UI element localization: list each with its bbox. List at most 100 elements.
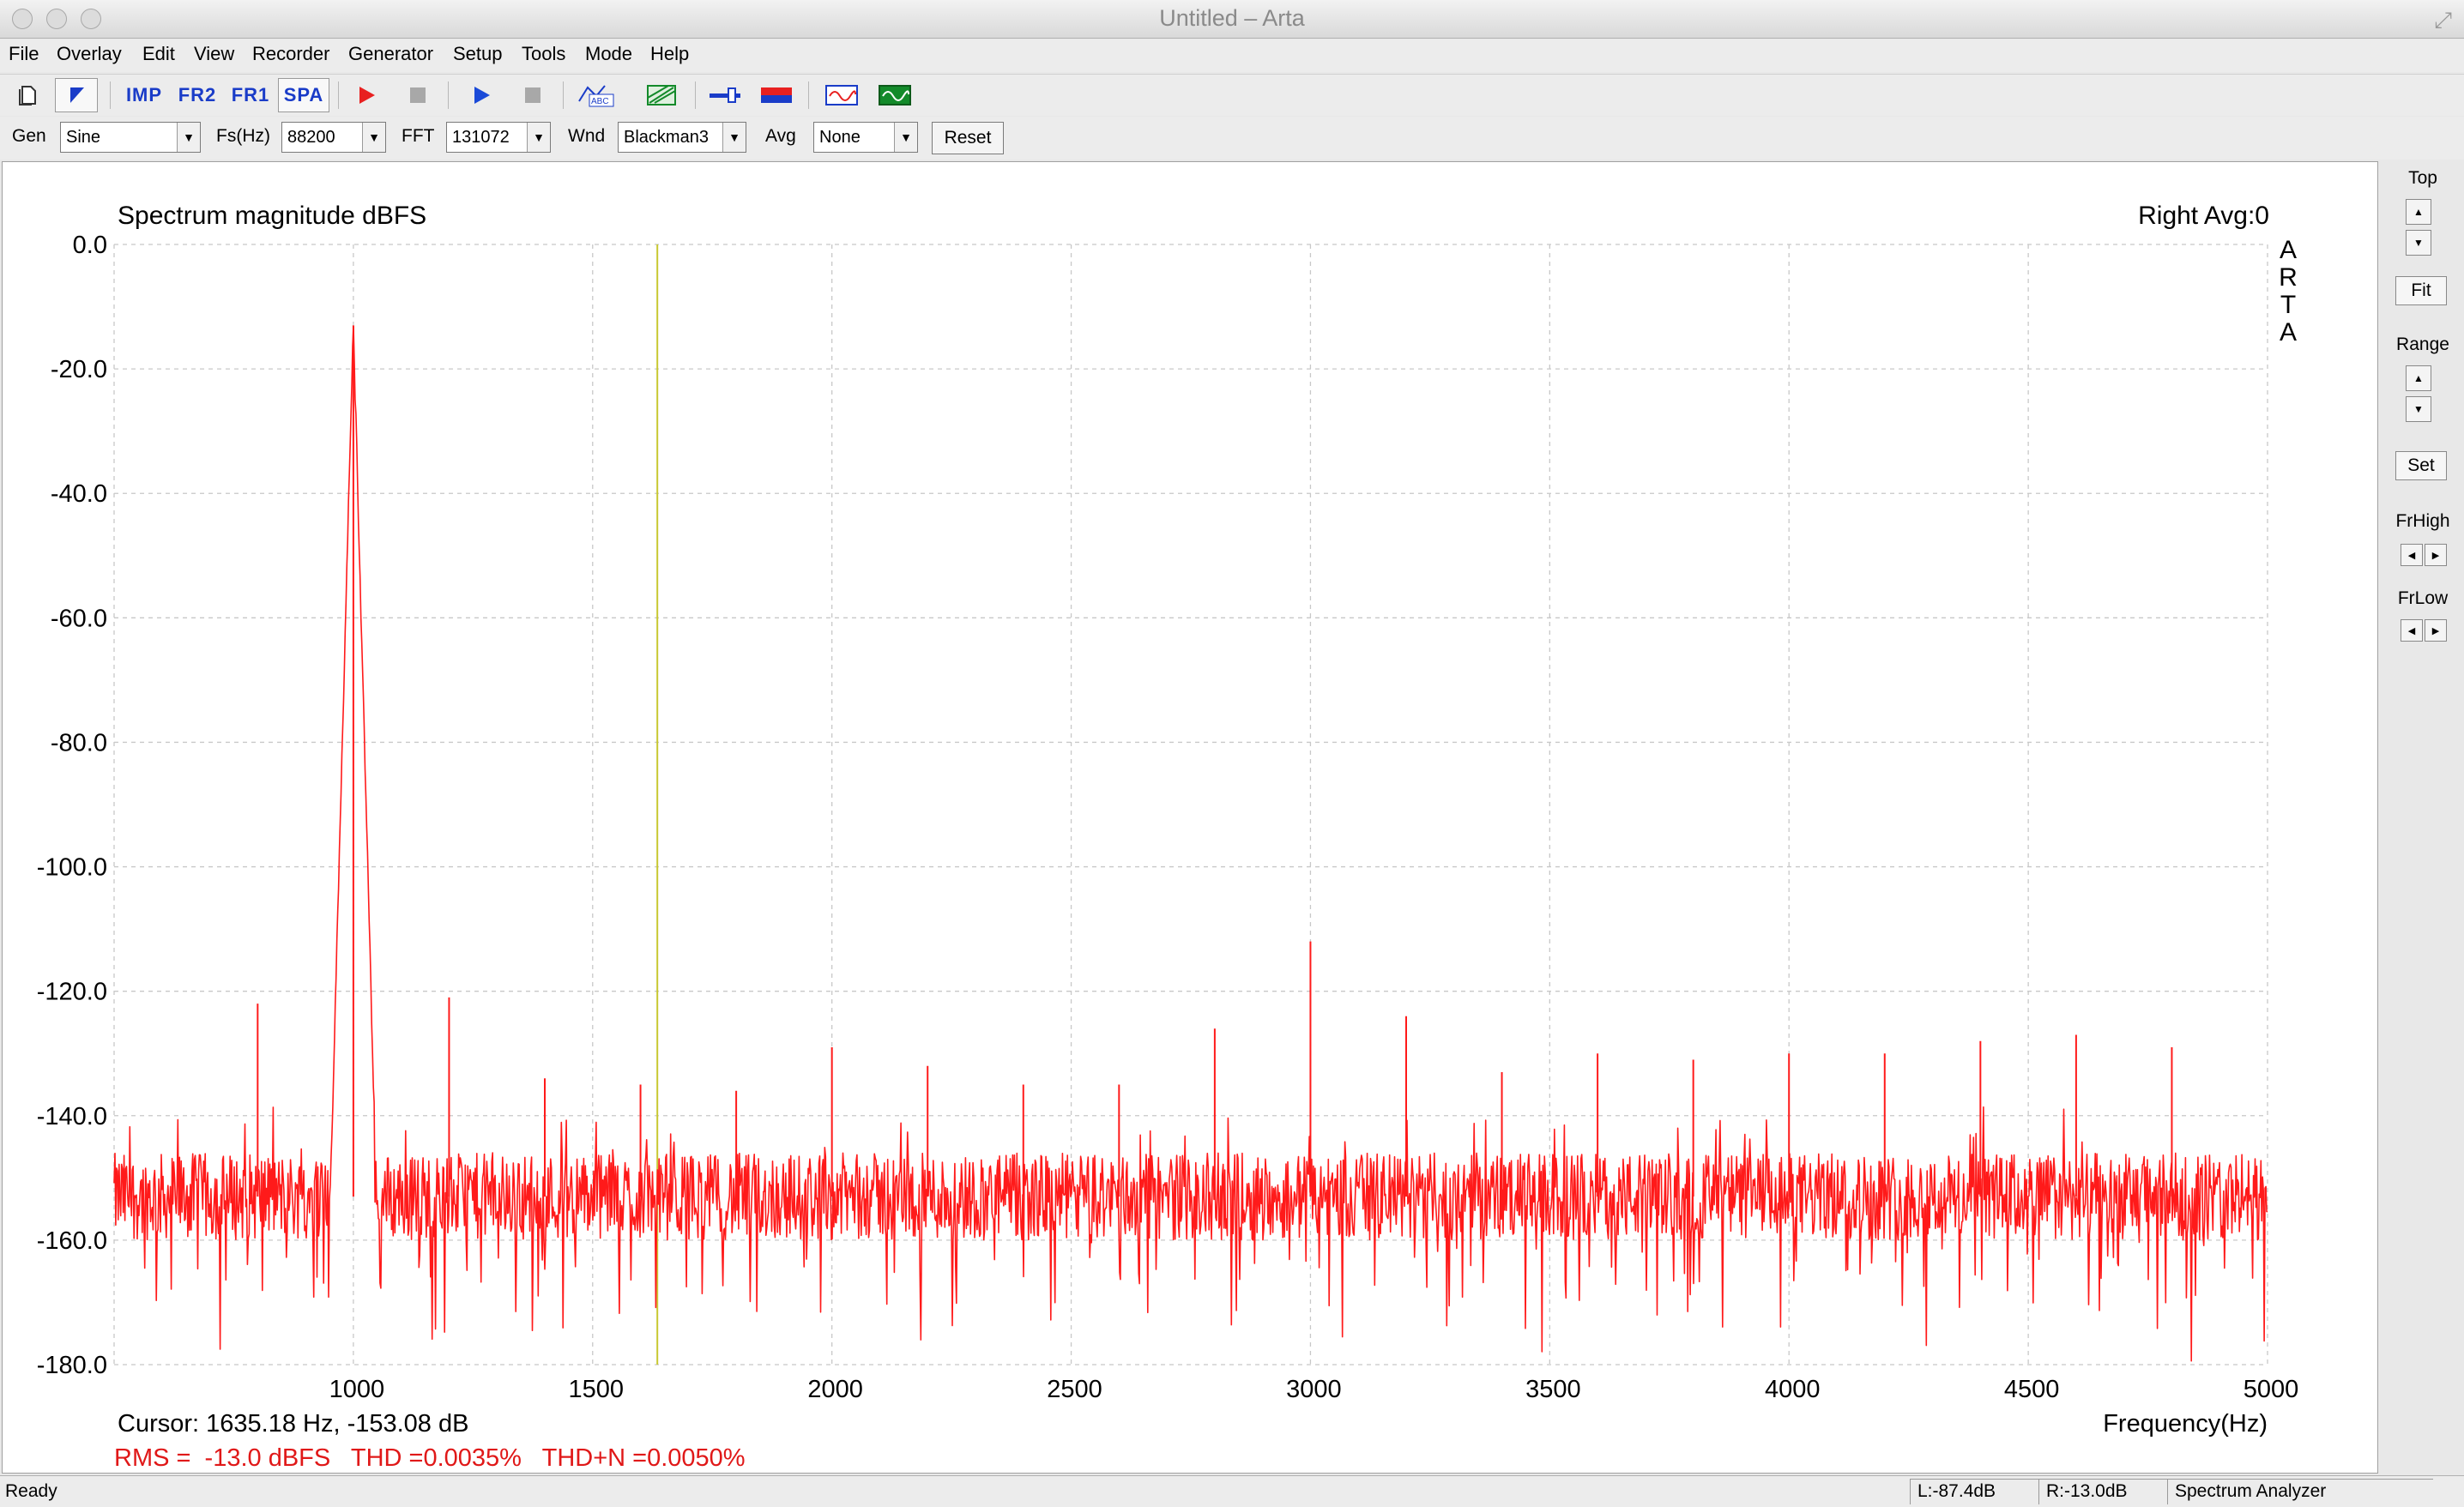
range-up-button[interactable]: ▲ [2406, 365, 2431, 391]
fft-size-select[interactable]: 131072 ▼ [446, 122, 551, 153]
right-level-readout: R:-13.0dB [2038, 1479, 2167, 1504]
cursor-readout: Cursor: 1635.18 Hz, -153.08 dB [118, 1410, 468, 1438]
x-tick-label: 4500 [2004, 1376, 2060, 1403]
frhigh-label: FrHigh [2395, 511, 2450, 531]
volume-slider-icon[interactable] [704, 78, 746, 112]
top-up-button[interactable]: ▲ [2406, 199, 2431, 225]
averaging-select[interactable]: None ▼ [813, 122, 918, 153]
signal-monitor-icon[interactable] [873, 78, 916, 112]
fr1-mode-button[interactable]: FR1 [226, 78, 275, 112]
generator-play-icon[interactable] [460, 78, 503, 112]
scale-control-panel: Top ▲ ▼ Fit Range ▲ ▼ Set FrHigh ◀ ▶ FrL… [2382, 161, 2464, 1474]
fit-button[interactable]: Fit [2395, 276, 2447, 305]
menu-view[interactable]: View [194, 43, 234, 65]
status-text: Ready [5, 1481, 57, 1501]
arta-watermark: ARTA [2279, 236, 2298, 347]
set-button[interactable]: Set [2395, 451, 2447, 480]
wnd-label: Wnd [568, 126, 606, 146]
x-tick-label: 1000 [329, 1376, 385, 1403]
sample-rate-select[interactable]: 88200 ▼ [281, 122, 386, 153]
frlow-left-button[interactable]: ◀ [2401, 619, 2423, 642]
menu-overlay[interactable]: Overlay [57, 43, 122, 65]
range-down-button[interactable]: ▼ [2406, 396, 2431, 422]
window-titlebar: Untitled – Arta ⤢ [0, 0, 2464, 39]
record-play-icon[interactable] [345, 78, 388, 112]
menu-setup[interactable]: Setup [453, 43, 503, 65]
toolbar-separator [563, 81, 564, 109]
dropdown-arrow-icon: ▼ [894, 123, 917, 152]
reset-button[interactable]: Reset [932, 122, 1004, 154]
toolbar-separator [448, 81, 449, 109]
impulse-mode-button[interactable]: IMP [120, 78, 168, 112]
avg-label: Avg [765, 126, 796, 146]
window-function-select[interactable]: Blackman3 ▼ [618, 122, 746, 153]
dropdown-arrow-icon: ▼ [177, 123, 200, 152]
x-tick-label: 4000 [1765, 1376, 1821, 1403]
fullscreen-icon[interactable]: ⤢ [2434, 7, 2452, 34]
fr2-mode-button[interactable]: FR2 [173, 78, 221, 112]
status-bar: Ready L:-87.4dB R:-13.0dB Spectrum Analy… [0, 1475, 2464, 1507]
menu-tools[interactable]: Tools [522, 43, 565, 65]
y-tick-label: -100.0 [37, 854, 107, 882]
frhigh-right-button[interactable]: ▶ [2425, 544, 2447, 566]
channel-info: Right Avg:0 [2138, 202, 2269, 230]
y-tick-label: -120.0 [37, 979, 107, 1006]
menu-help[interactable]: Help [650, 43, 689, 65]
toolbar-separator [695, 81, 696, 109]
new-document-icon[interactable] [7, 78, 50, 112]
y-axis-ticks: 0.0 -20.0 -40.0 -60.0 -80.0 -100.0 -120.0 -140.… [37, 232, 107, 1379]
spa-mode-button[interactable]: SPA [278, 78, 329, 112]
x-tick-label: 2000 [807, 1376, 863, 1403]
dropdown-arrow-icon: ▼ [722, 123, 746, 152]
y-tick-label: -140.0 [37, 1103, 107, 1130]
gen-label: Gen [12, 126, 46, 146]
x-tick-label: 3000 [1286, 1376, 1342, 1403]
frhigh-left-button[interactable]: ◀ [2401, 544, 2423, 566]
frlow-right-button[interactable]: ▶ [2425, 619, 2447, 642]
dropdown-arrow-icon: ▼ [527, 123, 550, 152]
menu-mode[interactable]: Mode [585, 43, 632, 65]
mode-readout: Spectrum Analyzer [2167, 1479, 2433, 1504]
y-tick-label: -80.0 [51, 729, 107, 757]
overlay-abc-icon[interactable]: ABC [575, 78, 618, 112]
y-tick-label: -60.0 [51, 605, 107, 632]
rms-thd-readout: RMS = -13.0 dBFS THD =0.0035% THD+N =0.0… [114, 1444, 746, 1471]
spectrum-chart[interactable]: 0.0 -20.0 -40.0 -60.0 -80.0 -100.0 -120.0 -140.… [3, 162, 2376, 1472]
menu-edit[interactable]: Edit [142, 43, 175, 65]
top-label: Top [2408, 168, 2437, 188]
x-tick-label: 5000 [2244, 1376, 2299, 1403]
grid-view-icon[interactable] [640, 78, 683, 112]
oscilloscope-icon[interactable] [820, 78, 863, 112]
toolbar-separator [110, 81, 111, 109]
fs-label: Fs(Hz) [216, 126, 270, 146]
menu-recorder[interactable]: Recorder [252, 43, 329, 65]
dropdown-arrow-icon: ▼ [362, 123, 385, 152]
x-tick-label: 3500 [1525, 1376, 1581, 1403]
parameters-bar: Gen Sine ▼ Fs(Hz) 88200 ▼ FFT 131072 ▼ W… [0, 117, 2464, 160]
menu-generator[interactable]: Generator [348, 43, 433, 65]
y-tick-label: -40.0 [51, 480, 107, 508]
toolbar: IMP FR2 FR1 SPA ABC [0, 74, 2464, 116]
x-tick-label: 2500 [1047, 1376, 1102, 1403]
y-tick-label: -180.0 [37, 1352, 107, 1379]
left-level-readout: L:-87.4dB [1910, 1479, 2038, 1504]
svg-text:ABC: ABC [591, 97, 609, 106]
menu-file[interactable]: File [9, 43, 39, 65]
chart-title: Spectrum magnitude dBFS [118, 202, 426, 230]
x-tick-label: 1500 [569, 1376, 625, 1403]
generator-select[interactable]: Sine ▼ [60, 122, 201, 153]
y-tick-label: -20.0 [51, 356, 107, 383]
toolbar-separator [338, 81, 339, 109]
cursor-tool-icon[interactable] [55, 78, 98, 112]
generator-stop-icon[interactable] [511, 78, 554, 112]
x-axis-label: Frequency(Hz) [2103, 1410, 2268, 1438]
spectrum-plot-panel[interactable]: 0.0 -20.0 -40.0 -60.0 -80.0 -100.0 -120.0 -140.… [2, 161, 2378, 1474]
fft-label: FFT [402, 126, 435, 146]
level-meter-icon[interactable] [755, 78, 798, 112]
toolbar-separator [808, 81, 809, 109]
top-down-button[interactable]: ▼ [2406, 230, 2431, 256]
y-tick-label: 0.0 [73, 232, 107, 259]
window-title: Untitled – Arta [1159, 5, 1305, 31]
record-stop-icon[interactable] [396, 78, 439, 112]
x-axis-ticks: 1000 1500 2000 2500 3000 3500 4000 4500 5000 [329, 1376, 2299, 1403]
